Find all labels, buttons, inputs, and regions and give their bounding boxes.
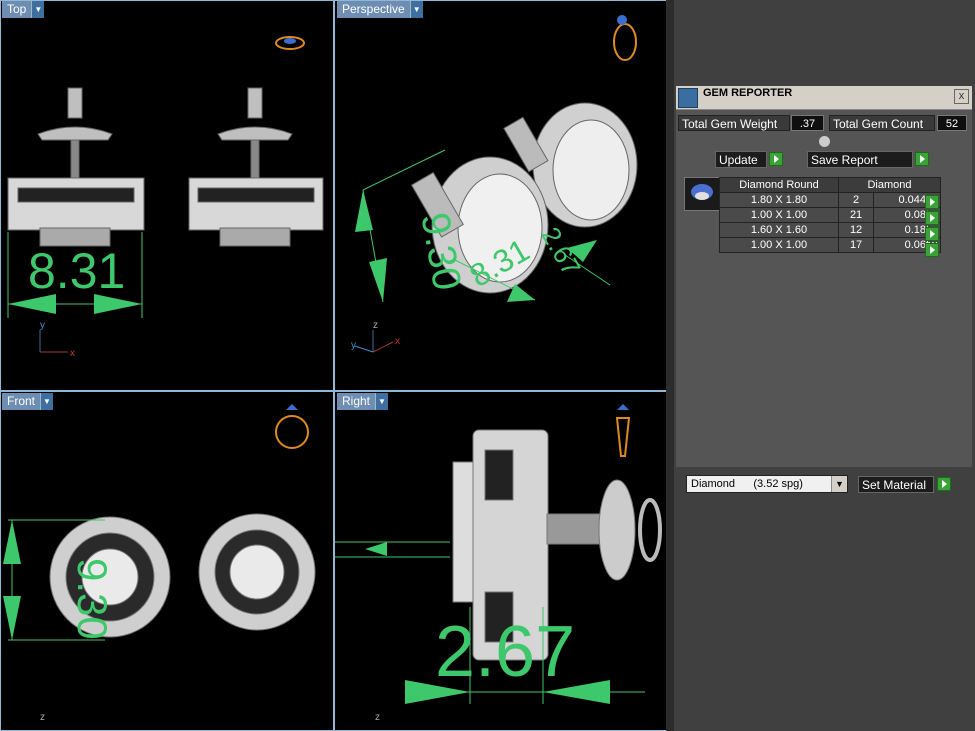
update-button[interactable]: Update [715,151,767,168]
collapse-toggle-icon[interactable] [818,135,831,148]
viewport-frame [0,0,334,391]
gem-table-header-type: Diamond Round [719,177,839,193]
table-row[interactable]: 1.80 X 1.80 2 0.044tw [719,192,941,208]
gem-count: 21 [837,207,875,223]
gem-reporter-title: GEM REPORTER [703,87,793,99]
viewport-frame [0,391,334,731]
row-select-play-icon[interactable] [925,227,939,241]
set-material-button[interactable]: Set Material [858,476,934,493]
close-icon[interactable]: x [954,89,969,104]
total-gem-count-value: 52 [937,115,967,131]
viewport-frame [334,391,667,731]
gem-size: 1.60 X 1.60 [719,222,839,238]
diamond-gem-icon [684,177,720,211]
gem-table: Diamond Round Diamond 1.80 X 1.80 2 0.04… [719,177,941,253]
gem-reporter-icon [678,88,698,108]
chevron-down-icon[interactable]: ▼ [831,476,847,492]
row-select-play-icon[interactable] [925,195,939,209]
gem-table-header-material: Diamond [838,177,941,193]
update-play-icon[interactable] [769,152,783,166]
material-select[interactable]: Diamond (3.52 spg) ▼ [686,475,848,493]
total-gem-weight-value: .37 [791,115,824,131]
gem-count: 12 [837,222,875,238]
viewport-frame [334,0,667,391]
material-select-value: Diamond (3.52 spg) [691,478,803,490]
gem-size: 1.00 X 1.00 [719,237,839,253]
row-select-play-icon[interactable] [925,211,939,225]
table-row[interactable]: 1.00 X 1.00 17 0.06tw [719,237,941,253]
set-material-play-icon[interactable] [937,477,951,491]
save-report-play-icon[interactable] [915,152,929,166]
gem-count: 17 [837,237,875,253]
total-gem-weight-label: Total Gem Weight [678,115,790,131]
gem-size: 1.00 X 1.00 [719,207,839,223]
total-gem-count-label: Total Gem Count [829,115,935,131]
gem-count: 2 [837,192,875,208]
gem-reporter-titlebar[interactable]: GEM REPORTER x [676,86,972,110]
row-select-play-icon[interactable] [925,243,939,257]
save-report-button[interactable]: Save Report [807,151,913,168]
table-row[interactable]: 1.60 X 1.60 12 0.18tw [719,222,941,238]
panel-splitter[interactable] [666,0,674,731]
gem-size: 1.80 X 1.80 [719,192,839,208]
table-row[interactable]: 1.00 X 1.00 21 0.08tw [719,207,941,223]
